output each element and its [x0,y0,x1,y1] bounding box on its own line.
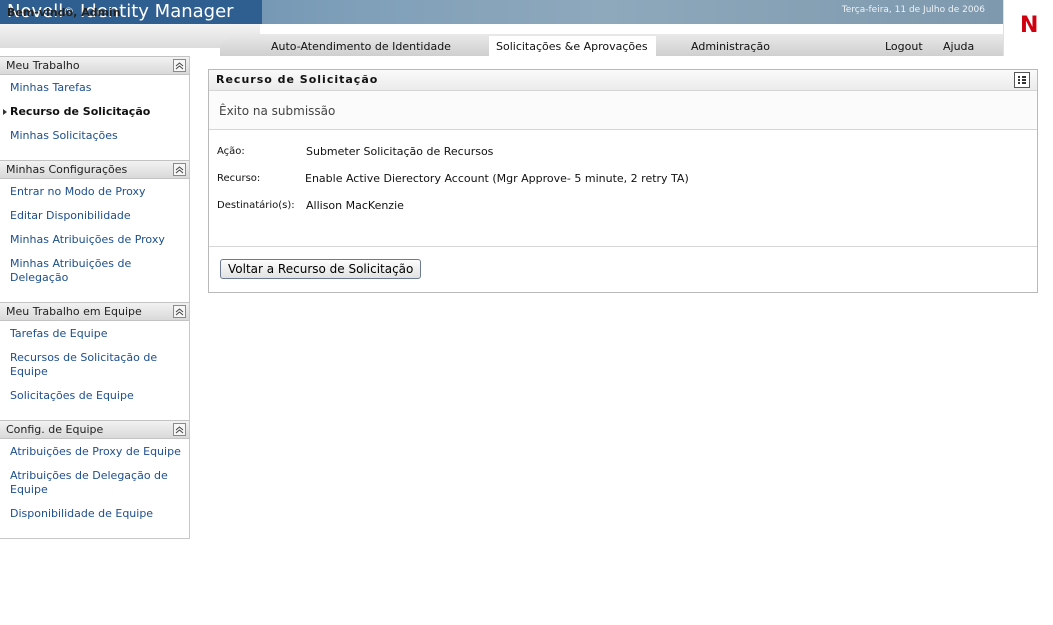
panel-menu-icon[interactable] [1014,72,1030,88]
field-label-action: Ação: [217,146,245,157]
field-value-action: Submeter Solicitação de Recursos [306,145,494,158]
help-link[interactable]: Ajuda [943,38,974,56]
section-title: Meu Trabalho [6,59,80,72]
app-header: Novell® Identity Manager Terça-feira, 11… [0,0,1053,56]
current-item-arrow-icon [3,109,7,115]
novell-logo-icon: N [1020,13,1039,38]
section-title: Minhas Configurações [6,163,128,176]
tab-identity-self-service[interactable]: Auto-Atendimento de Identidade [271,38,451,56]
sidebar-item-proxy-assignments[interactable]: Minhas Atribuições de Proxy [10,233,186,247]
panel-header: Recurso de Solicitação [209,70,1037,91]
collapse-icon[interactable] [173,163,186,176]
sidebar-item-team-proxy-assignments[interactable]: Atribuições de Proxy de Equipe [10,445,186,459]
tab-administration[interactable]: Administração [691,38,770,56]
sidebar-item-request-resource[interactable]: Recurso de Solicitação [10,105,186,119]
logout-link[interactable]: Logout [885,38,923,56]
sidebar-item-team-delegate-assignments[interactable]: Atribuições de Delegação de Equipe [10,469,180,497]
collapse-icon[interactable] [173,59,186,72]
current-date: Terça-feira, 11 de Julho de 2006 [841,5,985,15]
sidebar-item-team-availability[interactable]: Disponibilidade de Equipe [10,507,186,521]
section-title: Config. de Equipe [6,423,104,436]
request-resource-panel: Recurso de Solicitação Êxito na submissã… [208,69,1038,293]
sidebar-item-team-requests[interactable]: Solicitações de Equipe [10,389,186,403]
sidebar: Meu Trabalho Minhas Tarefas Recurso de S… [0,56,190,539]
sidebar-item-team-request-resources[interactable]: Recursos de Solicitação de Equipe [10,351,170,379]
section-title: Meu Trabalho em Equipe [6,305,142,318]
success-row: Êxito na submissão [209,91,1037,130]
collapse-icon[interactable] [173,305,186,318]
success-message: Êxito na submissão [219,104,336,118]
back-to-request-resource-button[interactable]: Voltar a Recurso de Solicitação [220,259,422,279]
collapse-icon[interactable] [173,423,186,436]
panel-title: Recurso de Solicitação [216,73,379,86]
field-label-recipients: Destinatário(s): [217,200,295,211]
sidebar-item-my-tasks[interactable]: Minhas Tarefas [10,81,186,95]
section-header-team-settings: Config. de Equipe [0,420,189,439]
divider [209,246,1037,247]
sidebar-item-delegate-assignments[interactable]: Minhas Atribuições de Delegação [10,257,150,285]
section-header-my-settings: Minhas Configurações [0,160,189,179]
field-value-recipients: Allison MacKenzie [306,199,404,212]
tab-requests-approvals[interactable]: Solicitações &e Aprovações [496,38,648,56]
sidebar-item-edit-availability[interactable]: Editar Disponibilidade [10,209,186,223]
section-header-my-work: Meu Trabalho [0,56,189,75]
sidebar-item-my-requests[interactable]: Minhas Solicitações [10,129,186,143]
field-value-resource: Enable Active Dierectory Account (Mgr Ap… [305,172,689,185]
welcome-text: Bem-vindo, Admin [7,6,121,19]
section-header-team-work: Meu Trabalho em Equipe [0,302,189,321]
sidebar-item-team-tasks[interactable]: Tarefas de Equipe [10,327,186,341]
field-label-resource: Recurso: [217,173,261,184]
sidebar-item-proxy-mode[interactable]: Entrar no Modo de Proxy [10,185,186,199]
